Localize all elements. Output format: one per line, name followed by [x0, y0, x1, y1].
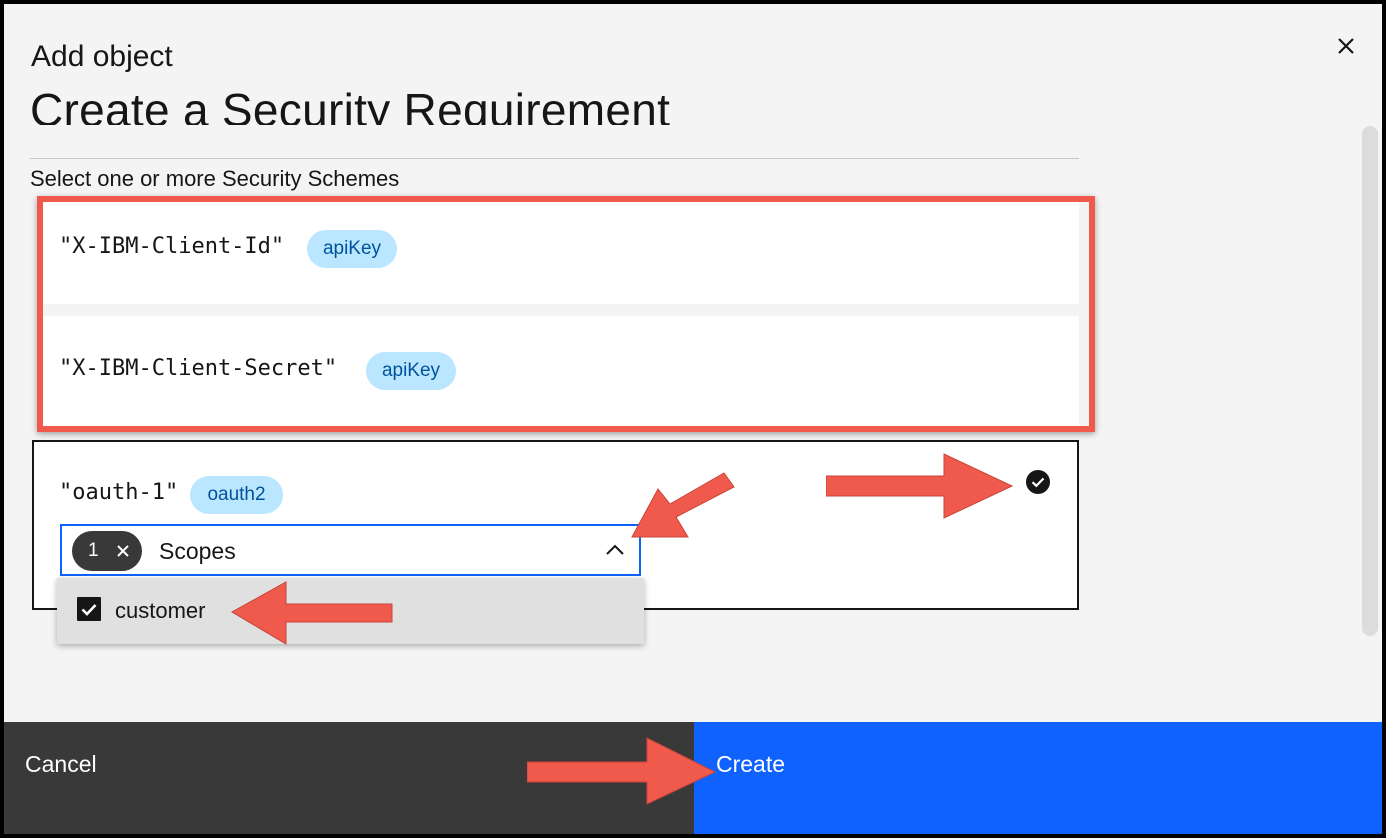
- create-button[interactable]: Create: [694, 722, 1382, 834]
- scheme-type-tag: apiKey: [307, 230, 397, 268]
- scheme-name: "oauth-1": [59, 480, 179, 505]
- create-button-label: Create: [716, 751, 786, 777]
- add-object-modal: Add object Create a Security Requirement…: [0, 0, 1386, 838]
- selected-count-tag[interactable]: 1: [72, 531, 142, 571]
- scheme-type-tag: apiKey: [366, 352, 456, 390]
- checkmark-filled-icon[interactable]: [1025, 469, 1051, 495]
- scrollbar-thumb[interactable]: [1362, 126, 1378, 636]
- checkbox-checked-icon[interactable]: [77, 597, 101, 621]
- scope-option-label: customer: [115, 598, 206, 623]
- scopes-label: Scopes: [159, 538, 236, 564]
- selected-count: 1: [88, 540, 99, 561]
- scheme-name: "X-IBM-Client-Id": [59, 234, 285, 259]
- modal-footer: Cancel Create: [4, 722, 1382, 834]
- clear-icon[interactable]: [114, 542, 132, 560]
- cancel-button-label: Cancel: [25, 751, 97, 777]
- scheme-name: "X-IBM-Client-Secret": [59, 356, 338, 381]
- modal-label: Add object: [31, 40, 173, 73]
- modal-heading: Create a Security Requirement: [30, 84, 671, 125]
- chevron-up-icon[interactable]: [604, 540, 626, 560]
- cancel-button[interactable]: Cancel: [4, 722, 694, 834]
- scheme-type-tag: oauth2: [190, 476, 283, 514]
- scopes-multiselect[interactable]: [60, 524, 641, 576]
- close-icon[interactable]: [1332, 32, 1360, 60]
- heading-divider: [30, 158, 1079, 159]
- instruction-text: Select one or more Security Schemes: [30, 166, 400, 191]
